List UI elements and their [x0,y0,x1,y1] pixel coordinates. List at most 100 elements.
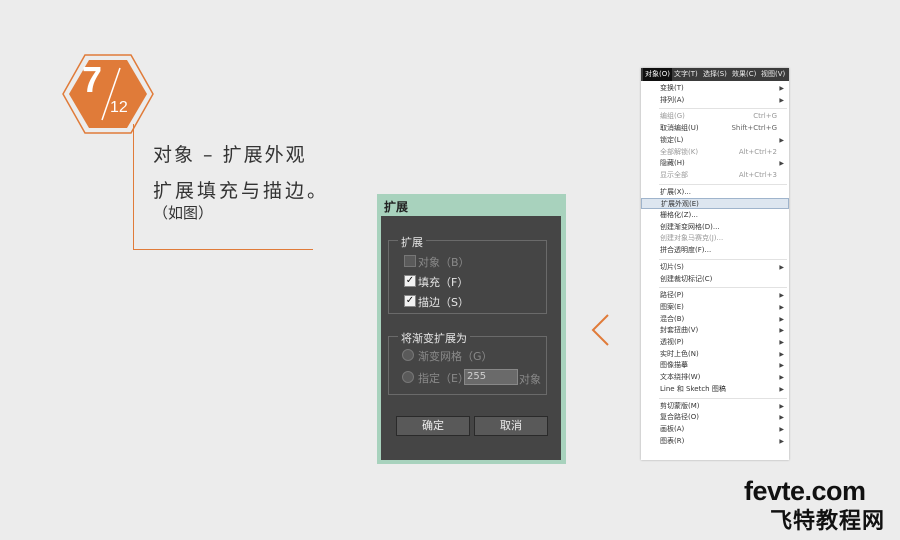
submenu-arrow-icon: ▶ [779,414,784,422]
gradient-mesh-radio[interactable] [402,349,414,361]
chevron-left-icon [591,314,609,346]
menu-item[interactable]: 切片(S) ▶ [641,262,789,273]
submenu-arrow-icon: ▶ [779,96,784,104]
menu-item-label: 文本绕排(W) [660,373,701,382]
menu-item-label: 隐藏(H) [660,159,685,168]
step-title: 对象 – 扩展外观 [153,144,307,166]
menu-item-expand-appearance[interactable]: 扩展外观(E) [641,198,789,210]
bracket-vertical-line [133,124,134,250]
gradient-group-title: 将渐变扩展为 [398,330,470,346]
menu-separator [659,258,787,260]
menu-item-label: 扩展(X)... [660,187,691,196]
menu-item-label: 变换(T) [660,84,684,92]
menu-item-label: 图案(E) [660,302,684,311]
menu-item-label: 复合路径(O) [660,413,699,422]
menu-item[interactable]: 创建裁切标记(C) [641,274,789,285]
stroke-option-label: 描边（S） [418,296,469,309]
menu-item[interactable]: 编组(G) Ctrl+G [641,111,789,122]
menubar-item[interactable]: 效果(C) [730,68,758,81]
menu-item[interactable]: 文本绕排(W) ▶ [641,372,789,383]
object-menu: 变换(T) ▶ 排列(A) ▶ 编组(G) Ctrl+G 取消编组(U) Shift+Ctrl… [641,68,789,460]
specify-radio[interactable] [402,371,414,383]
menu-item-label: 锁定(L) [660,135,684,144]
submenu-arrow-icon: ▶ [779,136,784,144]
menu-item[interactable]: 透视(P) ▶ [641,337,789,348]
menu-item[interactable]: 剪切蒙版(M) ▶ [641,401,789,412]
fill-checkbox[interactable]: ✓ [404,275,416,287]
menu-item-label: 排列(A) [660,95,685,104]
submenu-arrow-icon: ▶ [779,160,784,168]
submenu-arrow-icon: ▶ [779,402,784,410]
menu-bar: 对象(O) 文字(T) 选择(S) 效果(C) 视图(V) [641,68,789,81]
menu-item[interactable]: 混合(B) ▶ [641,314,789,325]
menu-item[interactable]: 栅格化(Z)... [641,210,789,221]
step-badge [62,54,154,134]
menu-item-label: 全部解锁(K) [660,147,699,156]
menubar-item[interactable]: 文字(T) [672,68,700,81]
menu-item[interactable]: 取消编组(U) Shift+Ctrl+G [641,123,789,134]
submenu-arrow-icon: ▶ [779,437,784,445]
menu-item[interactable]: 画板(A) ▶ [641,424,789,435]
menu-item[interactable]: 实时上色(N) ▶ [641,349,789,360]
menu-item[interactable]: 隐藏(H) ▶ [641,158,789,169]
menu-item-label: 栅格化(Z)... [660,211,698,219]
menu-item-label: 画板(A) [660,424,685,433]
menu-item-label: 拼合透明度(F)... [660,246,712,255]
menu-item[interactable]: 扩展(X)... [641,187,789,198]
submenu-arrow-icon: ▶ [779,327,784,335]
menubar-item[interactable]: 选择(S) [701,68,729,81]
menu-item-shortcut: Alt+Ctrl+3 [738,170,777,179]
menu-item[interactable]: 封套扭曲(V) ▶ [641,325,789,336]
menu-item[interactable]: 创建渐变网格(D)... [641,222,789,233]
submenu-arrow-icon: ▶ [779,339,784,346]
menu-item[interactable]: 图表(R) ▶ [641,436,789,447]
dialog-title: 扩展 [384,200,409,214]
menu-separator [659,183,787,185]
bracket-horizontal-line [133,249,313,250]
menu-item[interactable]: 拼合透明度(F)... [641,245,789,256]
menu-item[interactable]: 变换(T) ▶ [641,83,789,94]
menu-item-label: 路径(P) [660,291,684,300]
specify-value-input[interactable]: 255 [464,369,518,385]
menubar-item[interactable]: 视图(V) [759,68,787,81]
menu-item-label: 扩展外观(E) [661,200,699,209]
menu-item-label: 创建裁切标记(C) [660,274,713,283]
cancel-button[interactable]: 取消 [474,416,548,436]
menu-separator [659,108,787,110]
menu-item-label: 封套扭曲(V) [660,326,699,335]
menu-item-label: 显示全部 [660,170,688,179]
stroke-checkbox[interactable]: ✓ [404,295,416,307]
menu-item[interactable]: Line 和 Sketch 图稿 ▶ [641,384,789,395]
step-description: 扩展填充与描边。 [153,180,330,202]
submenu-arrow-icon: ▶ [779,374,784,382]
submenu-arrow-icon: ▶ [779,292,784,300]
submenu-arrow-icon: ▶ [779,350,784,358]
menu-item-label: 图表(R) [660,436,685,445]
menu-item-label: Line 和 Sketch 图稿 [660,384,726,393]
menu-item[interactable]: 图案(E) ▶ [641,302,789,313]
menu-item-label: 切片(S) [660,262,684,271]
submenu-arrow-icon: ▶ [779,362,784,370]
fill-option-label: 填充（F） [418,276,469,289]
menu-item[interactable]: 显示全部 Alt+Ctrl+3 [641,170,789,181]
submenu-arrow-icon: ▶ [779,85,784,92]
menu-item[interactable]: 路径(P) ▶ [641,290,789,301]
ok-button[interactable]: 确定 [396,416,470,436]
menu-item-shortcut: Ctrl+G [753,112,777,121]
menu-item[interactable]: 全部解锁(K) Alt+Ctrl+2 [641,147,789,158]
specify-unit-label: 对象 [519,373,541,386]
menubar-item[interactable]: 对象(O) [643,68,672,81]
menu-item[interactable]: 创建对象马赛克(J)... [641,233,789,244]
menu-item-shortcut: Alt+Ctrl+2 [738,147,777,156]
step-note: （如图） [153,204,214,222]
menu-item-label: 剪切蒙版(M) [660,401,700,410]
menu-item[interactable]: 图像描摹 ▶ [641,360,789,371]
menu-item[interactable]: 复合路径(O) ▶ [641,412,789,423]
menu-item[interactable]: 排列(A) ▶ [641,95,789,106]
object-option-label: 对象（B） [418,256,470,269]
menu-separator [659,287,787,289]
watermark-site-name: 飞特教程网 [770,509,886,534]
menu-item-label: 透视(P) [660,338,684,346]
menu-item[interactable]: 锁定(L) ▶ [641,135,789,146]
object-checkbox[interactable] [404,255,416,267]
